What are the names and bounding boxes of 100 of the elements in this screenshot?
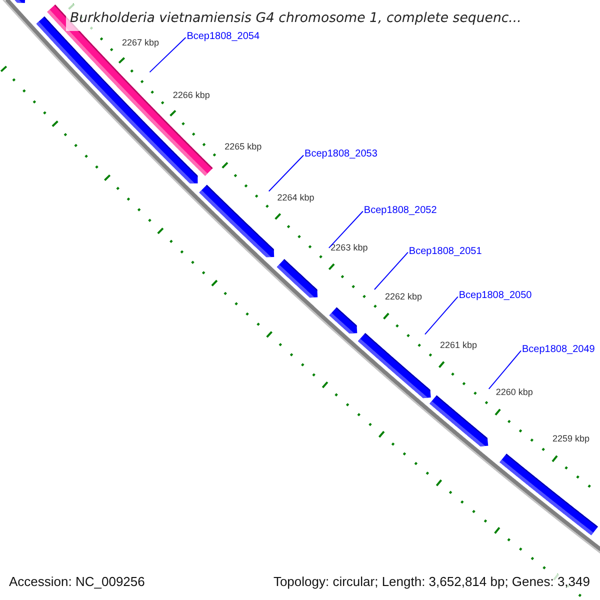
minor-tick — [266, 204, 269, 208]
minor-tick — [224, 292, 227, 296]
minor-tick — [357, 413, 360, 416]
gene-label: Bcep1808_2054 — [186, 31, 260, 42]
gene-arrow — [14, 0, 26, 4]
minor-tick — [362, 294, 366, 298]
major-tick — [328, 263, 335, 270]
gene-label: Bcep1808_2051 — [408, 246, 482, 257]
tick-label: 2259 kbp — [552, 433, 590, 444]
tick-label: 2267 kbp — [122, 37, 160, 48]
major-tick — [438, 361, 445, 368]
minor-tick — [472, 510, 476, 514]
major-tick — [222, 162, 228, 169]
minor-tick — [246, 312, 249, 316]
major-tick — [170, 110, 176, 116]
major-tick — [157, 228, 164, 234]
major-tick — [274, 213, 282, 220]
minor-tick — [74, 144, 78, 148]
minor-tick — [508, 420, 511, 424]
minor-tick — [182, 122, 185, 126]
minor-tick — [451, 372, 454, 376]
minor-tick — [308, 245, 312, 248]
minor-tick — [116, 186, 120, 190]
major-tick — [118, 57, 126, 64]
leader-line — [374, 252, 408, 290]
minor-tick — [160, 101, 164, 104]
minor-tick — [352, 284, 355, 288]
minor-tick — [137, 208, 141, 212]
major-tick — [378, 430, 385, 438]
minor-tick — [319, 255, 322, 258]
gene-label: Bcep1808_2049 — [522, 344, 595, 356]
leader-line — [424, 296, 458, 335]
minor-tick — [507, 538, 510, 542]
minor-tick — [301, 363, 304, 366]
major-tick — [436, 479, 442, 486]
gene-label: Bcep1808_2050 — [458, 290, 532, 302]
minor-tick — [542, 448, 545, 452]
minor-tick — [64, 132, 68, 136]
minor-tick — [254, 194, 258, 198]
minor-tick — [564, 466, 568, 470]
gene-arrow — [430, 395, 488, 446]
minor-tick — [95, 165, 98, 169]
minor-tick — [542, 566, 546, 570]
leader-line — [268, 154, 304, 192]
minor-tick — [334, 393, 338, 396]
tick-label: 2263 kbp — [330, 242, 368, 253]
minor-tick — [406, 334, 410, 338]
minor-tick — [278, 342, 282, 346]
minor-tick — [396, 324, 399, 328]
tick-label: 2265 kbp — [224, 142, 262, 152]
minor-tick — [402, 452, 406, 456]
minor-tick — [448, 490, 452, 494]
minor-tick — [290, 353, 294, 356]
major-tick — [211, 280, 218, 286]
sequence-summary: Topology: circular; Length: 3,652,814 bp; Genes: 3,349 — [273, 574, 590, 589]
tick-label: 2266 kbp — [172, 90, 210, 100]
minor-tick — [84, 154, 88, 158]
tick-label: 2260 kbp — [496, 387, 533, 398]
minor-tick — [312, 373, 316, 376]
minor-tick — [256, 322, 260, 326]
minor-tick — [22, 89, 26, 93]
minor-tick — [202, 142, 206, 146]
minor-tick — [234, 174, 238, 178]
minor-tick — [32, 100, 36, 104]
major-tick — [266, 331, 272, 338]
minor-tick — [414, 462, 418, 466]
gene-label: Bcep1808_2052 — [364, 204, 437, 216]
minor-tick — [191, 260, 194, 264]
major-tick — [322, 382, 328, 388]
minor-tick — [340, 275, 344, 278]
major-tick — [383, 312, 390, 320]
minor-tick — [588, 484, 591, 488]
minor-tick — [170, 240, 173, 244]
minor-tick — [130, 69, 134, 73]
major-tick — [0, 66, 8, 72]
minor-tick — [374, 304, 377, 308]
major-tick — [494, 408, 501, 416]
minor-tick — [43, 111, 46, 114]
minor-tick — [286, 224, 290, 228]
tick-label: 2264 kbp — [277, 192, 314, 203]
minor-tick — [460, 500, 464, 504]
minor-tick — [484, 519, 488, 523]
gene-arrow — [276, 259, 318, 298]
major-tick — [52, 120, 58, 127]
minor-tick — [148, 218, 152, 222]
minor-tick — [126, 197, 130, 201]
minor-tick — [212, 153, 216, 157]
major-tick — [552, 455, 558, 462]
minor-tick — [576, 475, 580, 479]
minor-tick — [391, 442, 395, 446]
tick-label: 2262 kbp — [384, 292, 422, 302]
minor-tick — [530, 556, 534, 560]
minor-tick — [244, 184, 248, 188]
minor-tick — [202, 271, 206, 274]
minor-tick — [368, 422, 372, 426]
minor-tick — [192, 132, 196, 136]
minor-tick — [418, 344, 421, 347]
minor-tick — [298, 235, 301, 238]
minor-tick — [346, 403, 350, 406]
minor-tick — [140, 80, 144, 84]
